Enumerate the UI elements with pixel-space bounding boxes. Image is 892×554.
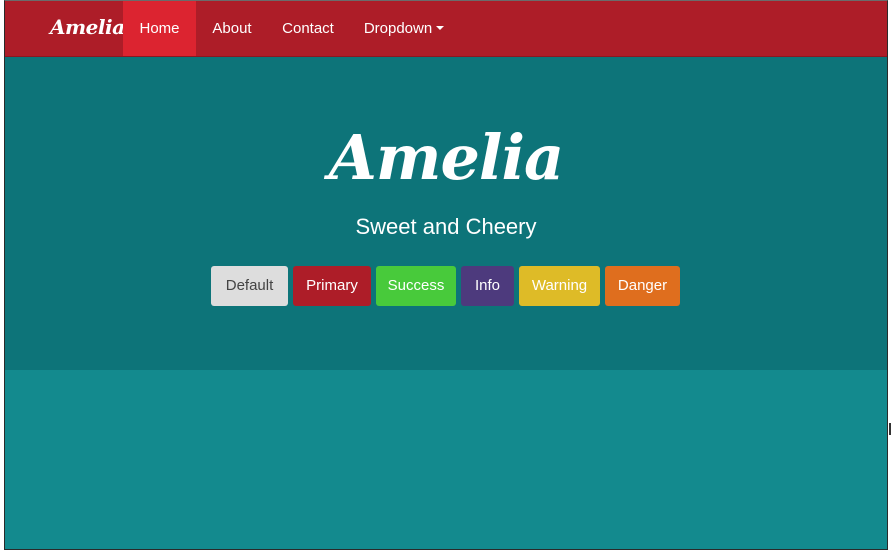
page-content-area: [5, 370, 887, 549]
warning-button[interactable]: Warning: [519, 266, 600, 306]
browser-viewport: Amelia Home About Contact Dropdown Ameli…: [4, 0, 888, 550]
primary-button[interactable]: Primary: [293, 266, 371, 306]
nav-item-contact[interactable]: Contact: [268, 1, 348, 56]
nav-item-dropdown[interactable]: Dropdown: [348, 1, 460, 56]
navbar: Amelia Home About Contact Dropdown: [5, 1, 887, 57]
nav-item-label: Contact: [282, 20, 334, 37]
hero-title: Amelia: [328, 121, 564, 194]
hero-subtitle: Sweet and Cheery: [355, 214, 537, 239]
navbar-brand[interactable]: Amelia: [50, 15, 125, 39]
danger-button[interactable]: Danger: [605, 266, 680, 306]
caret-down-icon: [436, 26, 445, 31]
nav-item-label: Home: [139, 20, 180, 37]
default-button[interactable]: Default: [211, 266, 288, 306]
window-edge-mark: [889, 423, 891, 435]
nav-item-about[interactable]: About: [196, 1, 268, 56]
info-button[interactable]: Info: [461, 266, 514, 306]
nav-item-label: Dropdown: [363, 20, 433, 37]
nav-item-home[interactable]: Home: [123, 1, 196, 56]
hero-jumbotron: Amelia Sweet and Cheery Default Primary …: [5, 57, 887, 370]
nav-item-label: About: [212, 20, 252, 37]
success-button[interactable]: Success: [376, 266, 456, 306]
